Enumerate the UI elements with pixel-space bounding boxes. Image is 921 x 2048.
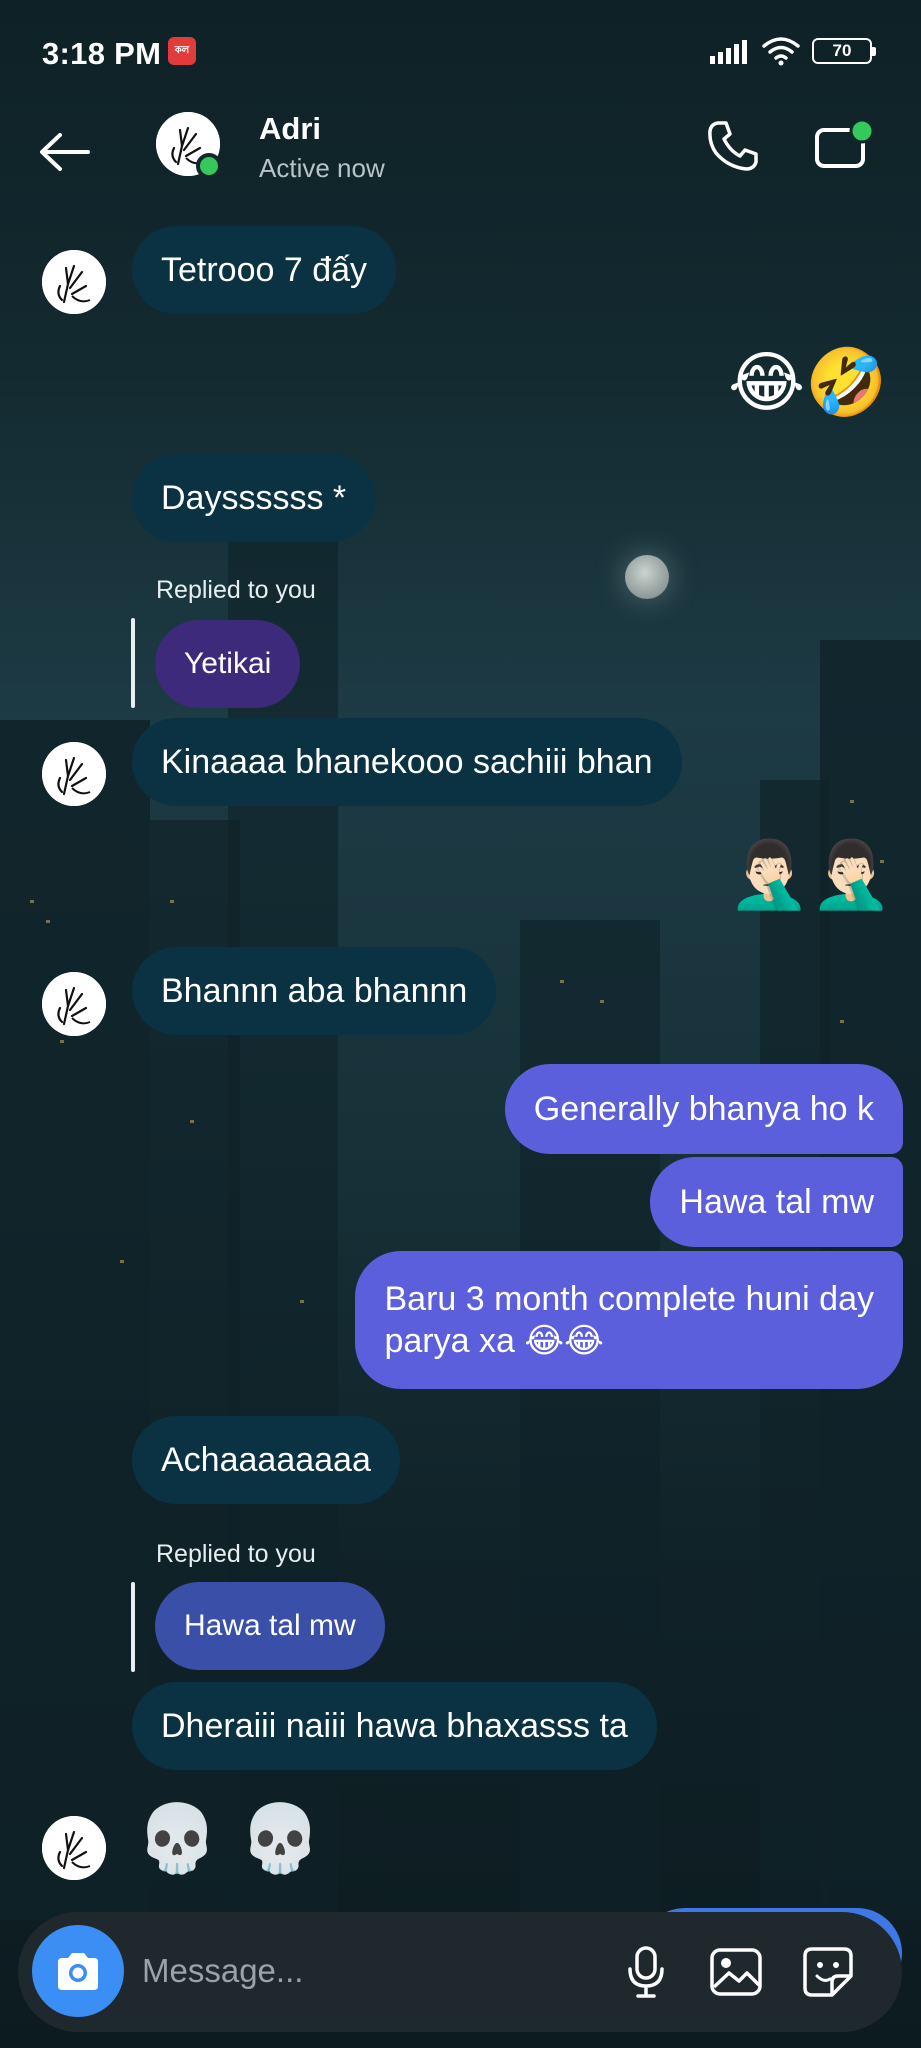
online-status-dot (196, 153, 222, 179)
outgoing-emoji-message[interactable]: 😂🤣 (728, 344, 887, 422)
voice-message-button[interactable] (616, 1942, 676, 2002)
message-input[interactable] (142, 1940, 502, 2002)
incoming-emoji-message[interactable]: 💀 💀 (136, 1800, 321, 1878)
message-text-line: Baru 3 month complete huni day (384, 1280, 874, 1318)
sender-avatar[interactable] (42, 972, 106, 1036)
back-button[interactable] (34, 122, 94, 182)
incoming-message[interactable]: Kinaaaa bhanekooo sachiii bhan (132, 718, 682, 806)
reply-indicator (131, 1582, 135, 1672)
back-arrow-icon (40, 133, 90, 171)
incoming-message[interactable]: Dheraiii naiii hawa bhaxasss ta (132, 1682, 657, 1770)
incoming-message[interactable]: Achaaaaaaaa (132, 1416, 400, 1504)
voice-call-button[interactable] (702, 115, 764, 177)
sticker-button[interactable] (798, 1942, 858, 2002)
gallery-button[interactable] (706, 1942, 766, 2002)
incoming-message[interactable]: Dayssssss * (132, 454, 376, 542)
chat-header: Adri Active now (0, 100, 921, 225)
outgoing-emoji-message[interactable]: 🤦🏻‍♂️🤦🏻‍♂️ (728, 836, 892, 914)
wifi-icon (762, 37, 800, 66)
incoming-message[interactable]: Tetrooo 7 đấy (132, 226, 397, 314)
reply-indicator (131, 618, 135, 708)
sender-avatar[interactable] (42, 1816, 106, 1880)
contact-name[interactable]: Adri (259, 111, 321, 147)
signal-icon (710, 40, 747, 64)
notification-app-icon: কল (168, 37, 196, 65)
replied-message-preview[interactable]: Hawa tal mw (155, 1582, 385, 1670)
outgoing-message[interactable]: Hawa tal mw (650, 1157, 903, 1247)
phone-icon (708, 121, 758, 171)
contact-status: Active now (259, 153, 385, 183)
replied-message-preview[interactable]: Yetikai (155, 620, 301, 708)
reply-label: Replied to you (156, 576, 316, 604)
incoming-message[interactable]: Bhannn aba bhannn (132, 947, 497, 1035)
reply-label: Replied to you (156, 1540, 316, 1568)
message-composer (18, 1912, 902, 2032)
sender-avatar[interactable] (42, 742, 106, 806)
status-time: 3:18 PM (42, 36, 162, 71)
video-call-icon (815, 118, 875, 168)
battery-icon: 70 (812, 38, 876, 64)
sticker-icon (803, 1947, 853, 1997)
camera-button[interactable] (32, 1925, 124, 2017)
outgoing-message[interactable]: Generally bhanya ho k (504, 1064, 903, 1154)
video-call-button[interactable] (810, 115, 878, 177)
sender-avatar[interactable] (42, 250, 106, 314)
microphone-icon (628, 1946, 664, 1998)
message-list: Tetrooo 7 đấy 😂🤣 Dayssssss * Replied to … (0, 0, 921, 2048)
status-bar: 3:18 PM কল 70 (0, 0, 921, 100)
gallery-icon (710, 1948, 762, 1996)
message-text-line: parya xa 😂😂 (384, 1322, 604, 1360)
outgoing-message[interactable]: Baru 3 month complete huni day parya xa … (355, 1251, 903, 1389)
camera-icon (58, 1953, 98, 1990)
